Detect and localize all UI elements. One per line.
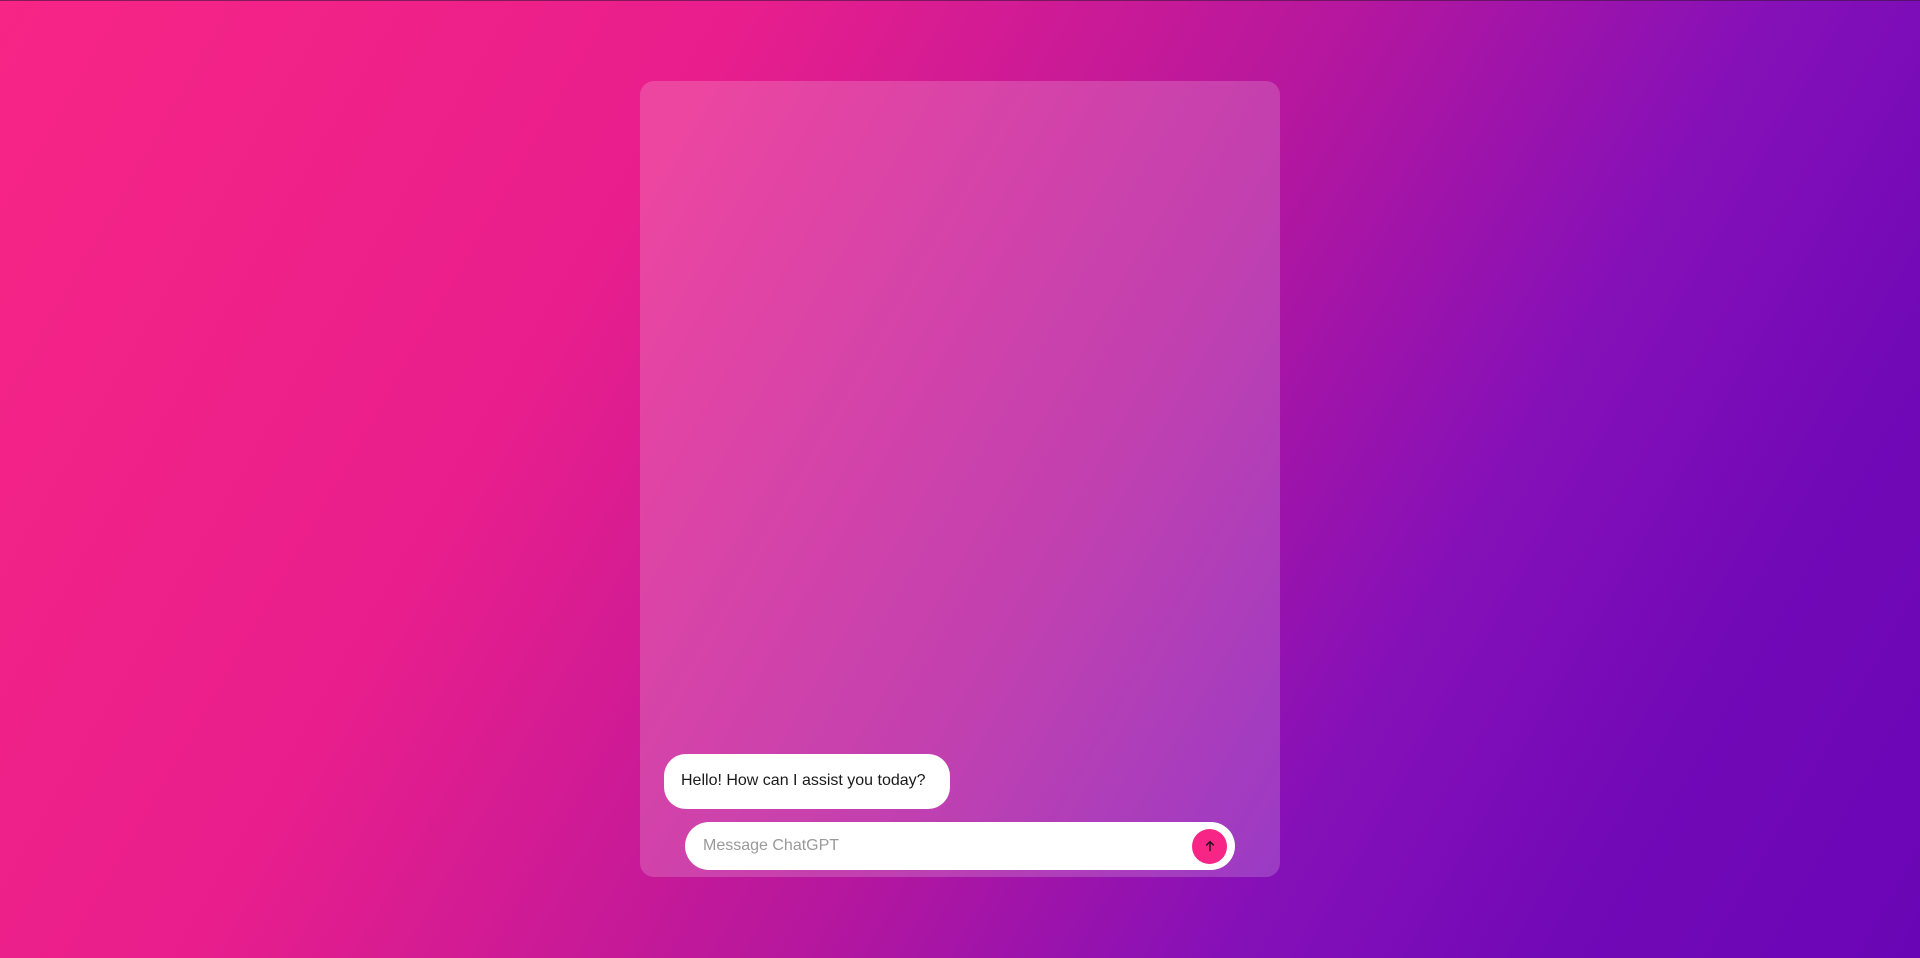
send-button[interactable] xyxy=(1192,828,1227,864)
assistant-message: Hello! How can I assist you today? xyxy=(664,754,950,809)
message-text: Hello! How can I assist you today? xyxy=(681,772,926,789)
top-border xyxy=(0,0,1920,1)
chat-window: Hello! How can I assist you today? xyxy=(640,81,1280,877)
message-composer xyxy=(685,822,1235,870)
message-list: Hello! How can I assist you today? xyxy=(664,97,1256,809)
arrow-up-icon xyxy=(1204,840,1216,852)
message-input[interactable] xyxy=(701,830,1192,862)
